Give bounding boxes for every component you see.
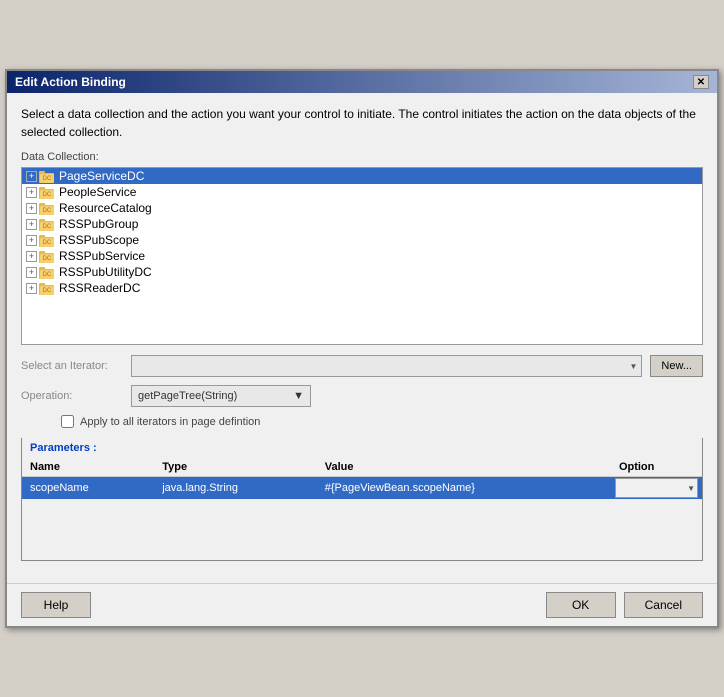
tree-item[interactable]: + DC RSSPubService: [22, 248, 702, 264]
expand-icon: +: [26, 219, 37, 230]
iterator-select[interactable]: ▼: [131, 355, 642, 377]
tree-items-container: + DC PageServiceDC+ DC PeopleService+ DC…: [22, 168, 702, 296]
param-cell-value: #{PageViewBean.scopeName}: [317, 477, 611, 500]
expand-icon: +: [26, 251, 37, 262]
expand-icon: +: [26, 203, 37, 214]
param-cell-option[interactable]: ▼: [611, 477, 702, 500]
tree-item[interactable]: + DC PeopleService: [22, 184, 702, 200]
table-row[interactable]: scopeNamejava.lang.String#{PageViewBean.…: [22, 477, 702, 500]
dropdown-arrow-icon: ▼: [687, 484, 695, 493]
checkbox-row: Apply to all iterators in page defintion: [61, 415, 703, 428]
expand-icon: +: [26, 187, 37, 198]
expand-icon: +: [26, 283, 37, 294]
tree-item[interactable]: + DC RSSPubGroup: [22, 216, 702, 232]
svg-text:DC: DC: [43, 192, 52, 198]
iterator-label: Select an Iterator:: [21, 360, 131, 372]
tree-item-label: RSSPubScope: [59, 233, 139, 247]
expand-icon: +: [26, 235, 37, 246]
operation-row: Operation: getPageTree(String) ▼: [21, 385, 703, 407]
folder-icon: DC: [39, 234, 55, 247]
option-dropdown[interactable]: ▼: [615, 478, 698, 498]
expand-icon: +: [26, 267, 37, 278]
close-icon: ✕: [697, 77, 705, 88]
dialog-title: Edit Action Binding: [15, 75, 126, 89]
param-extra-area: [22, 500, 702, 560]
folder-icon: DC: [39, 170, 55, 183]
operation-arrow-icon: ▼: [293, 390, 304, 402]
dialog-body: Select a data collection and the action …: [7, 93, 717, 583]
folder-icon: DC: [39, 282, 55, 295]
svg-text:DC: DC: [43, 272, 52, 278]
tree-item[interactable]: + DC RSSReaderDC: [22, 280, 702, 296]
dialog-footer: Help OK Cancel: [7, 583, 717, 626]
checkbox-label: Apply to all iterators in page defintion: [80, 416, 260, 428]
tree-item-label: RSSPubService: [59, 249, 145, 263]
parameters-table-body: scopeNamejava.lang.String#{PageViewBean.…: [22, 477, 702, 500]
parameters-title: Parameters :: [22, 438, 702, 458]
cancel-button[interactable]: Cancel: [624, 592, 703, 618]
description-text: Select a data collection and the action …: [21, 105, 703, 141]
new-iterator-button[interactable]: New...: [650, 355, 703, 377]
svg-text:DC: DC: [43, 224, 52, 230]
iterator-row: Select an Iterator: ▼ New...: [21, 355, 703, 377]
tree-item-label: RSSReaderDC: [59, 281, 140, 295]
data-collection-label: Data Collection:: [21, 151, 703, 163]
operation-select[interactable]: getPageTree(String) ▼: [131, 385, 311, 407]
expand-icon: +: [26, 171, 37, 182]
help-button[interactable]: Help: [21, 592, 91, 618]
edit-action-binding-dialog: Edit Action Binding ✕ Select a data coll…: [5, 69, 719, 628]
ok-button[interactable]: OK: [546, 592, 616, 618]
tree-item[interactable]: + DC RSSPubUtilityDC: [22, 264, 702, 280]
apply-all-checkbox[interactable]: [61, 415, 74, 428]
tree-item[interactable]: + DC ResourceCatalog: [22, 200, 702, 216]
svg-text:DC: DC: [43, 288, 52, 294]
footer-right: OK Cancel: [546, 592, 703, 618]
parameters-section: Parameters : Name Type Value Option scop…: [21, 438, 703, 561]
param-cell-type: java.lang.String: [154, 477, 317, 500]
tree-item-label: PeopleService: [59, 185, 136, 199]
title-bar: Edit Action Binding ✕: [7, 71, 717, 93]
tree-item-label: RSSPubUtilityDC: [59, 265, 152, 279]
data-collection-tree[interactable]: + DC PageServiceDC+ DC PeopleService+ DC…: [21, 167, 703, 345]
operation-label: Operation:: [21, 390, 131, 402]
folder-icon: DC: [39, 250, 55, 263]
tree-item[interactable]: + DC PageServiceDC: [22, 168, 702, 184]
tree-item-label: ResourceCatalog: [59, 201, 152, 215]
tree-item-label: RSSPubGroup: [59, 217, 138, 231]
col-type-header: Type: [154, 458, 317, 477]
svg-text:DC: DC: [43, 240, 52, 246]
svg-text:DC: DC: [43, 256, 52, 262]
tree-item[interactable]: + DC RSSPubScope: [22, 232, 702, 248]
col-option-header: Option: [611, 458, 702, 477]
col-value-header: Value: [317, 458, 611, 477]
folder-icon: DC: [39, 186, 55, 199]
col-name-header: Name: [22, 458, 154, 477]
iterator-arrow-icon: ▼: [630, 362, 638, 371]
folder-icon: DC: [39, 218, 55, 231]
folder-icon: DC: [39, 202, 55, 215]
operation-value: getPageTree(String): [138, 390, 237, 402]
close-button[interactable]: ✕: [693, 75, 709, 89]
folder-icon: DC: [39, 266, 55, 279]
svg-text:DC: DC: [43, 176, 52, 182]
svg-text:DC: DC: [43, 208, 52, 214]
parameters-header-row: Name Type Value Option: [22, 458, 702, 477]
param-cell-name: scopeName: [22, 477, 154, 500]
parameters-table: Name Type Value Option scopeNamejava.lan…: [22, 458, 702, 500]
tree-item-label: PageServiceDC: [59, 169, 144, 183]
parameters-table-header: Name Type Value Option: [22, 458, 702, 477]
